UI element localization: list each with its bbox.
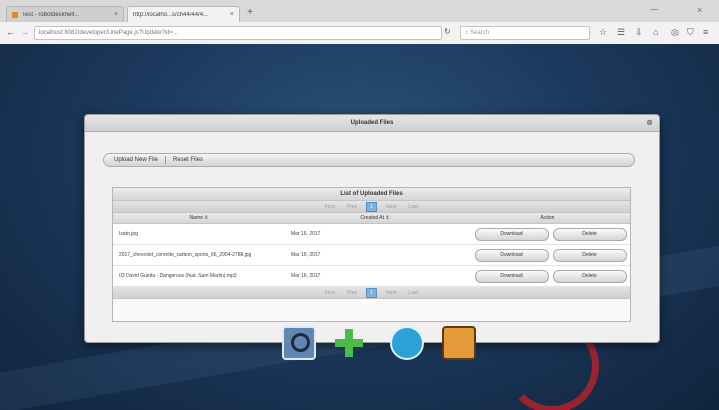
menu-icon[interactable]: ≡ <box>703 27 708 37</box>
current-page[interactable]: 1 <box>366 201 378 212</box>
shield-icon[interactable]: ⛉ <box>687 27 694 38</box>
row-actions: Download Delete <box>465 248 630 262</box>
app-dock <box>272 320 488 366</box>
action-bar: Upload New File Reset Files <box>103 153 635 167</box>
star-icon[interactable]: ☆ <box>599 27 607 38</box>
prev-page-button[interactable]: Prev <box>344 204 360 210</box>
current-page[interactable]: 1 <box>366 287 378 298</box>
close-window-icon[interactable]: × <box>697 5 702 15</box>
back-arrow-icon[interactable]: ← <box>6 27 15 37</box>
table-row: 03 David Guetta - Dangerous (feat. Sam M… <box>113 266 630 287</box>
tab-bar: Test - robotdeskhelf... × http://localho… <box>0 0 719 22</box>
table-row: 2017_chevrolet_corvette_carbon_sports_66… <box>113 245 630 266</box>
sort-icon: ⇕ <box>385 215 390 221</box>
column-header-created[interactable]: Created At ⇕ <box>285 213 465 223</box>
delete-button[interactable]: Delete <box>552 248 627 262</box>
prev-page-button[interactable]: Prev <box>344 290 360 296</box>
exit-icon[interactable] <box>442 326 476 360</box>
close-tab-icon[interactable]: × <box>230 11 234 18</box>
close-icon[interactable]: ⊗ <box>646 118 653 127</box>
table-header: Name ⇕ Created At ⇕ Action <box>113 213 630 224</box>
delete-button[interactable]: Delete <box>552 269 627 283</box>
file-date: Mar 16, 2017 <box>291 273 321 279</box>
reload-icon[interactable]: ↻ <box>444 27 451 36</box>
files-panel: List of Uploaded Files First Prev 1 Next… <box>112 187 631 322</box>
file-date: Mar 16, 2017 <box>291 231 321 237</box>
file-date: Mar 16, 2017 <box>291 252 321 258</box>
download-button[interactable]: Download <box>474 248 549 262</box>
search-icon[interactable] <box>282 326 316 360</box>
reader-icon[interactable]: ☰ <box>617 27 625 38</box>
file-name: 2017_chevrolet_corvette_carbon_sports_66… <box>119 252 252 258</box>
divider <box>165 156 167 164</box>
tab-label: http://localho...s/ch44/44/4... <box>133 11 209 18</box>
reset-files-button[interactable]: Reset Files <box>169 157 207 163</box>
forward-arrow-icon[interactable]: → <box>20 27 29 37</box>
pager-bottom: First Prev 1 Next Last <box>113 287 630 299</box>
browser-tab-1[interactable]: Test - robotdeskhelf... × <box>6 6 124 22</box>
tab-label: Test - robotdeskhelf... <box>22 11 80 18</box>
search-placeholder: Search <box>470 30 490 36</box>
dialog-title: Uploaded Files <box>85 115 659 132</box>
file-name: 03 David Guetta - Dangerous (feat. Sam M… <box>119 273 237 279</box>
nav-bar: ← → localhost:8082/developer/LinePage.js… <box>0 22 719 44</box>
upload-new-file-button[interactable]: Upload New File <box>110 157 162 163</box>
column-label: Name <box>189 215 203 221</box>
file-name: Ixato.jpg <box>119 231 138 237</box>
search-input[interactable]: ⌕ Search <box>460 26 590 40</box>
close-tab-icon[interactable]: × <box>114 11 118 18</box>
last-page-button[interactable]: Last <box>405 204 420 210</box>
new-tab-icon[interactable]: + <box>244 7 256 19</box>
column-label: Created At <box>360 215 385 221</box>
sort-icon: ⇕ <box>204 215 209 221</box>
next-page-button[interactable]: Next <box>383 204 399 210</box>
download-button[interactable]: Download <box>474 269 549 283</box>
pager-top: First Prev 1 Next Last <box>113 201 630 213</box>
first-page-button[interactable]: First <box>322 290 338 296</box>
column-header-name[interactable]: Name ⇕ <box>113 213 285 223</box>
home-icon[interactable]: ⌂ <box>653 27 658 37</box>
download-button[interactable]: Download <box>474 227 549 241</box>
download-icon[interactable]: ⇩ <box>635 27 643 38</box>
first-page-button[interactable]: First <box>322 204 338 210</box>
column-header-action: Action <box>540 215 555 221</box>
next-page-button[interactable]: Next <box>383 290 399 296</box>
uploaded-files-dialog: Uploaded Files ⊗ Upload New File Reset F… <box>84 114 660 343</box>
pocket-icon[interactable]: ◎ <box>671 27 679 38</box>
minimize-icon[interactable]: — <box>650 5 658 14</box>
last-page-button[interactable]: Last <box>405 290 420 296</box>
url-bar[interactable]: localhost:8082/developer/LinePage.js?Upd… <box>34 26 442 40</box>
share-icon[interactable] <box>390 326 424 360</box>
browser-tab-2[interactable]: http://localho...s/ch44/44/4... × <box>127 6 240 22</box>
row-actions: Download Delete <box>465 269 630 283</box>
browser-window: Test - robotdeskhelf... × http://localho… <box>0 0 719 45</box>
add-icon[interactable] <box>332 326 366 360</box>
panel-title: List of Uploaded Files <box>113 188 630 201</box>
table-row: Ixato.jpg Mar 16, 2017 Download Delete <box>113 224 630 245</box>
row-actions: Download Delete <box>465 227 630 241</box>
page-favicon-icon <box>12 11 18 18</box>
delete-button[interactable]: Delete <box>552 227 627 241</box>
